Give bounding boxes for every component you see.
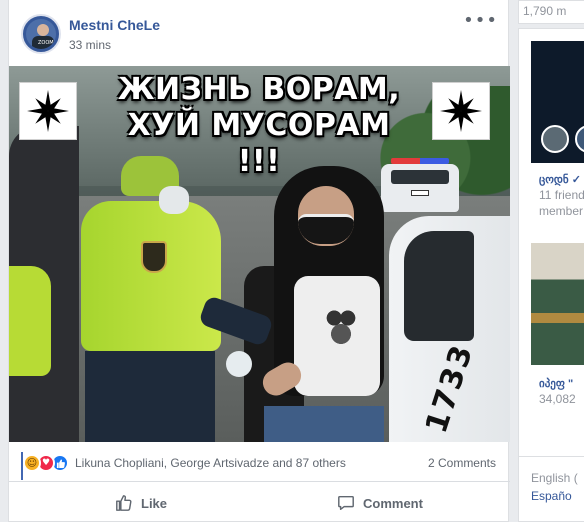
thumbs-up-icon [56, 458, 65, 468]
comment-icon [338, 495, 354, 511]
officer-legs [85, 351, 215, 442]
thumbs-up-icon [116, 495, 132, 511]
reaction-icons[interactable]: ☺ ♥ [23, 454, 83, 472]
woman-shirt-print [324, 306, 358, 346]
author-name[interactable]: Mestni CheLe [69, 17, 160, 33]
star-emblem-right [432, 82, 490, 140]
post-photo[interactable]: 1733 ЖИЗНЬ ВОРАМ, ХУЙ МУСОРАМ !!! [9, 66, 510, 442]
star-emblem-left [19, 82, 77, 140]
photo-officer [71, 156, 275, 442]
post-card: ZOOM Mestni CheLe 33 mins ••• 1733 ЖИЗНЬ… [8, 0, 510, 522]
comment-label: Comment [363, 495, 423, 511]
police-car-plate [411, 190, 429, 196]
post-timestamp[interactable]: 33 mins [69, 38, 111, 52]
post-header: ZOOM Mestni CheLe 33 mins ••• [9, 0, 508, 66]
group-cover-1[interactable] [531, 41, 584, 163]
photo-woman [234, 166, 394, 442]
group-name-2[interactable]: იპეფ " [539, 377, 573, 390]
avatar-photo: ZOOM [26, 19, 56, 49]
officer-vest [81, 201, 221, 351]
language-current[interactable]: English ( [531, 471, 578, 485]
officer-badge [141, 241, 167, 273]
photo-car-window [404, 231, 474, 341]
right-sidebar: 1,790 m ცოდნ ✓ 11 friend member იპეფ " 3… [518, 0, 584, 522]
avatar-head [37, 24, 49, 36]
like-button[interactable]: Like [115, 489, 167, 517]
language-card: English ( Españo [518, 456, 584, 522]
comment-button[interactable]: Comment [337, 489, 423, 517]
avatar-caption: ZOOM [38, 40, 54, 46]
officer-mask [159, 186, 189, 214]
compass-star-icon [440, 90, 482, 132]
member-avatar [541, 125, 569, 153]
woman-jeans [264, 406, 384, 442]
group-name-1[interactable]: ცოდნ ✓ [539, 173, 581, 186]
action-bar: Like Comment [9, 483, 510, 522]
group-subtitle-2: 34,082 [539, 392, 576, 406]
avatar[interactable]: ZOOM [21, 14, 61, 54]
haha-icon: ☺ [23, 454, 41, 472]
group-subtitle-1: 11 friend member [539, 188, 584, 218]
sidebar-top-card: 1,790 m [518, 0, 584, 24]
meme-caption: ЖИЗНЬ ВОРАМ, ХУЙ МУСОРАМ !!! [117, 72, 401, 179]
reactions-bar: ☺ ♥ Likuna Chopliani, George Artsivadze … [9, 442, 510, 482]
bystander-arm [9, 266, 51, 376]
train-stripe [531, 313, 584, 323]
officer-glove [226, 351, 252, 377]
member-avatar [575, 125, 584, 153]
compass-star-icon [27, 90, 69, 132]
like-label: Like [141, 495, 168, 511]
reaction-names[interactable]: Likuna Chopliani, George Artsivadze and … [75, 456, 346, 470]
photo-bystander [9, 126, 79, 442]
group-cover-2[interactable] [531, 243, 584, 365]
suggested-groups-card: ცოდნ ✓ 11 friend member იპეფ " 34,082 [518, 28, 584, 494]
language-option[interactable]: Españo [531, 489, 572, 503]
sidebar-member-count: 1,790 m [523, 4, 567, 18]
more-options-button[interactable]: ••• [463, 12, 498, 30]
comments-count[interactable]: 2 Comments [428, 456, 496, 470]
